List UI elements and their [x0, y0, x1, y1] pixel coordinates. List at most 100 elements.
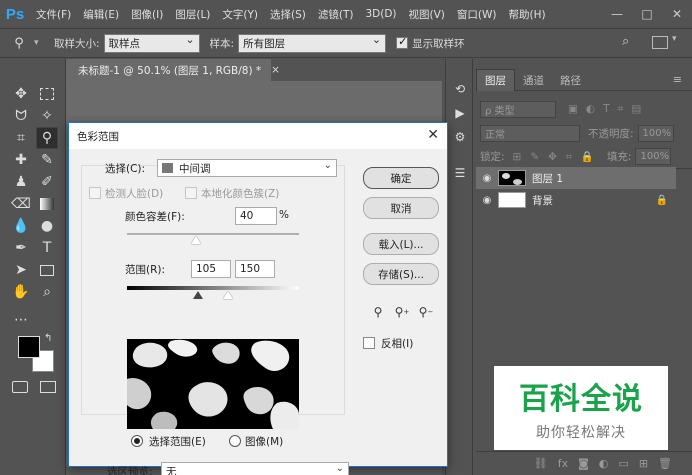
maximize-icon[interactable]: □ [632, 0, 662, 28]
lasso-tool-icon[interactable]: ᗢ [10, 105, 32, 127]
adjustment-icon[interactable]: ◐ [599, 457, 609, 470]
workspace-chevron-icon[interactable]: ▾ [672, 34, 677, 44]
crop-tool-icon[interactable]: ⌗ [10, 127, 32, 149]
radio-selection[interactable] [131, 435, 143, 447]
tab-layers[interactable]: 图层 [476, 69, 515, 91]
menu-layer[interactable]: 图层(L) [169, 7, 216, 22]
select-dropdown[interactable]: 中间调 ⌄ [157, 159, 337, 177]
magic-wand-tool-icon[interactable]: ✧ [36, 105, 58, 127]
radio-image[interactable] [229, 435, 241, 447]
dialog-titlebar[interactable]: 色彩范围 ✕ [69, 123, 447, 149]
layer-row[interactable]: ◉ 图层 1 [476, 167, 676, 189]
history-brush-tool-icon[interactable]: ✐ [36, 171, 58, 193]
healing-brush-tool-icon[interactable]: ✚ [10, 149, 32, 171]
save-button[interactable]: 存储(S)... [363, 263, 439, 285]
menu-file[interactable]: 文件(F) [30, 7, 77, 22]
dodge-tool-icon[interactable]: ● [36, 215, 58, 237]
sample-select[interactable]: 所有图层 [238, 33, 387, 53]
marquee-tool-icon[interactable] [36, 83, 58, 105]
tab-paths[interactable]: 路径 [552, 69, 589, 91]
cancel-button[interactable]: 取消 [363, 197, 439, 219]
fuzziness-slider-track[interactable] [127, 233, 299, 235]
mask-icon[interactable]: ◙ [578, 457, 589, 470]
rectangle-tool-icon[interactable] [36, 259, 58, 281]
swap-colors-icon[interactable]: ↰ [44, 333, 52, 344]
layer-filter-select[interactable]: ρ 类型 [480, 100, 556, 118]
eraser-tool-icon[interactable]: ⌫ [10, 193, 32, 215]
close-icon[interactable]: ✕ [427, 127, 439, 143]
foreground-color-swatch[interactable] [18, 336, 40, 358]
range-high-thumb[interactable] [223, 291, 234, 299]
eye-icon[interactable]: ◉ [476, 173, 498, 184]
fuzziness-input[interactable]: 40 [235, 207, 277, 225]
menu-select[interactable]: 选择(S) [264, 7, 312, 22]
sample-size-select[interactable]: 取样点 [103, 33, 200, 53]
chevron-down-icon[interactable]: ▾ [34, 38, 42, 48]
blur-tool-icon[interactable]: 💧 [10, 215, 32, 237]
path-selection-tool-icon[interactable]: ➤ [10, 259, 32, 281]
lock-icons[interactable]: ⊞✎✥⌗🔒 [513, 150, 603, 164]
layer-thumbnail [498, 192, 526, 208]
more-tools-icon[interactable]: ⋯ [10, 309, 32, 331]
history-panel-icon[interactable]: ⟲ [450, 79, 470, 99]
localized-clusters-checkbox[interactable] [185, 187, 197, 199]
zoom-tool-icon[interactable]: ⌕ [36, 281, 58, 303]
fill-input[interactable]: 100% [635, 148, 672, 165]
workspace-icon[interactable] [652, 36, 668, 49]
menu-image[interactable]: 图像(I) [125, 7, 169, 22]
gradient-tool-icon[interactable] [36, 193, 58, 215]
layer-row[interactable]: ◉ 背景 🔒 [476, 189, 676, 211]
minimize-icon[interactable]: — [602, 0, 632, 28]
type-tool-icon[interactable]: T [36, 237, 58, 259]
radio-image-label: 图像(M) [245, 436, 284, 448]
range-low-thumb[interactable] [192, 291, 203, 299]
menu-window[interactable]: 窗口(W) [451, 7, 503, 22]
menu-type[interactable]: 文字(Y) [216, 7, 264, 22]
folder-icon[interactable]: ▭ [618, 457, 628, 470]
menu-help[interactable]: 帮助(H) [503, 7, 552, 22]
trash-icon[interactable]: 🗑 [658, 457, 672, 470]
properties-panel-icon[interactable]: ⚙ [450, 127, 470, 147]
actions-panel-icon[interactable]: ▶ [450, 103, 470, 123]
opacity-input[interactable]: 100% [637, 124, 674, 142]
eyedropper-tool-icon[interactable]: ⚲ [36, 127, 58, 149]
range-low-input[interactable]: 105 [191, 260, 231, 278]
close-window-icon[interactable]: ✕ [662, 0, 692, 28]
document-tab[interactable]: 未标题-1 @ 50.1% (图层 1, RGB/8) * × [66, 59, 280, 81]
eyedropper-icon[interactable]: ⚲ [369, 303, 387, 321]
character-panel-icon[interactable]: ☰ [450, 163, 470, 183]
link-icon[interactable]: ⛓ [534, 457, 548, 470]
detect-faces-checkbox[interactable] [89, 187, 101, 199]
hand-tool-icon[interactable]: ✋ [10, 281, 32, 303]
menu-3d[interactable]: 3D(D) [359, 8, 402, 20]
close-tab-icon[interactable]: × [271, 64, 280, 76]
clone-stamp-tool-icon[interactable]: ♟ [10, 171, 32, 193]
range-high-input[interactable]: 150 [235, 260, 275, 278]
quick-mask-icon[interactable] [12, 381, 28, 393]
load-button[interactable]: 载入(L)... [363, 233, 439, 255]
selection-preview-select[interactable]: 无 ⌄ [161, 462, 349, 475]
fx-icon[interactable]: fx [558, 457, 568, 470]
fuzziness-slider-thumb[interactable] [190, 236, 201, 244]
tab-channels[interactable]: 通道 [515, 69, 552, 91]
panel-menu-icon[interactable]: ≡ [673, 69, 692, 90]
screen-mode-icon[interactable] [40, 381, 56, 393]
eyedropper-plus-icon[interactable]: ⚲ + [393, 303, 411, 321]
eyedropper-preset-icon[interactable]: ⚲ [8, 33, 30, 53]
menu-view[interactable]: 视图(V) [403, 7, 451, 22]
move-tool-icon[interactable]: ✥ [10, 83, 32, 105]
eye-icon[interactable]: ◉ [476, 195, 498, 206]
eyedropper-minus-icon[interactable]: ⚲ − [417, 303, 435, 321]
menu-filter[interactable]: 滤镜(T) [312, 7, 360, 22]
pen-tool-icon[interactable]: ✒ [10, 237, 32, 259]
search-icon[interactable]: ⌕ [622, 34, 629, 49]
brush-tool-icon[interactable]: ✎ [36, 149, 58, 171]
new-layer-icon[interactable]: ⊞ [639, 457, 648, 470]
ok-button[interactable]: 确定 [363, 167, 439, 189]
blend-mode-select[interactable]: 正常 [480, 124, 580, 142]
show-ring-checkbox[interactable] [396, 35, 409, 49]
layer-filter-icons[interactable]: ▣◐T⌗▤ [568, 103, 649, 116]
invert-checkbox[interactable] [363, 337, 375, 349]
range-gradient-track[interactable] [127, 286, 299, 290]
menu-edit[interactable]: 编辑(E) [77, 7, 125, 22]
